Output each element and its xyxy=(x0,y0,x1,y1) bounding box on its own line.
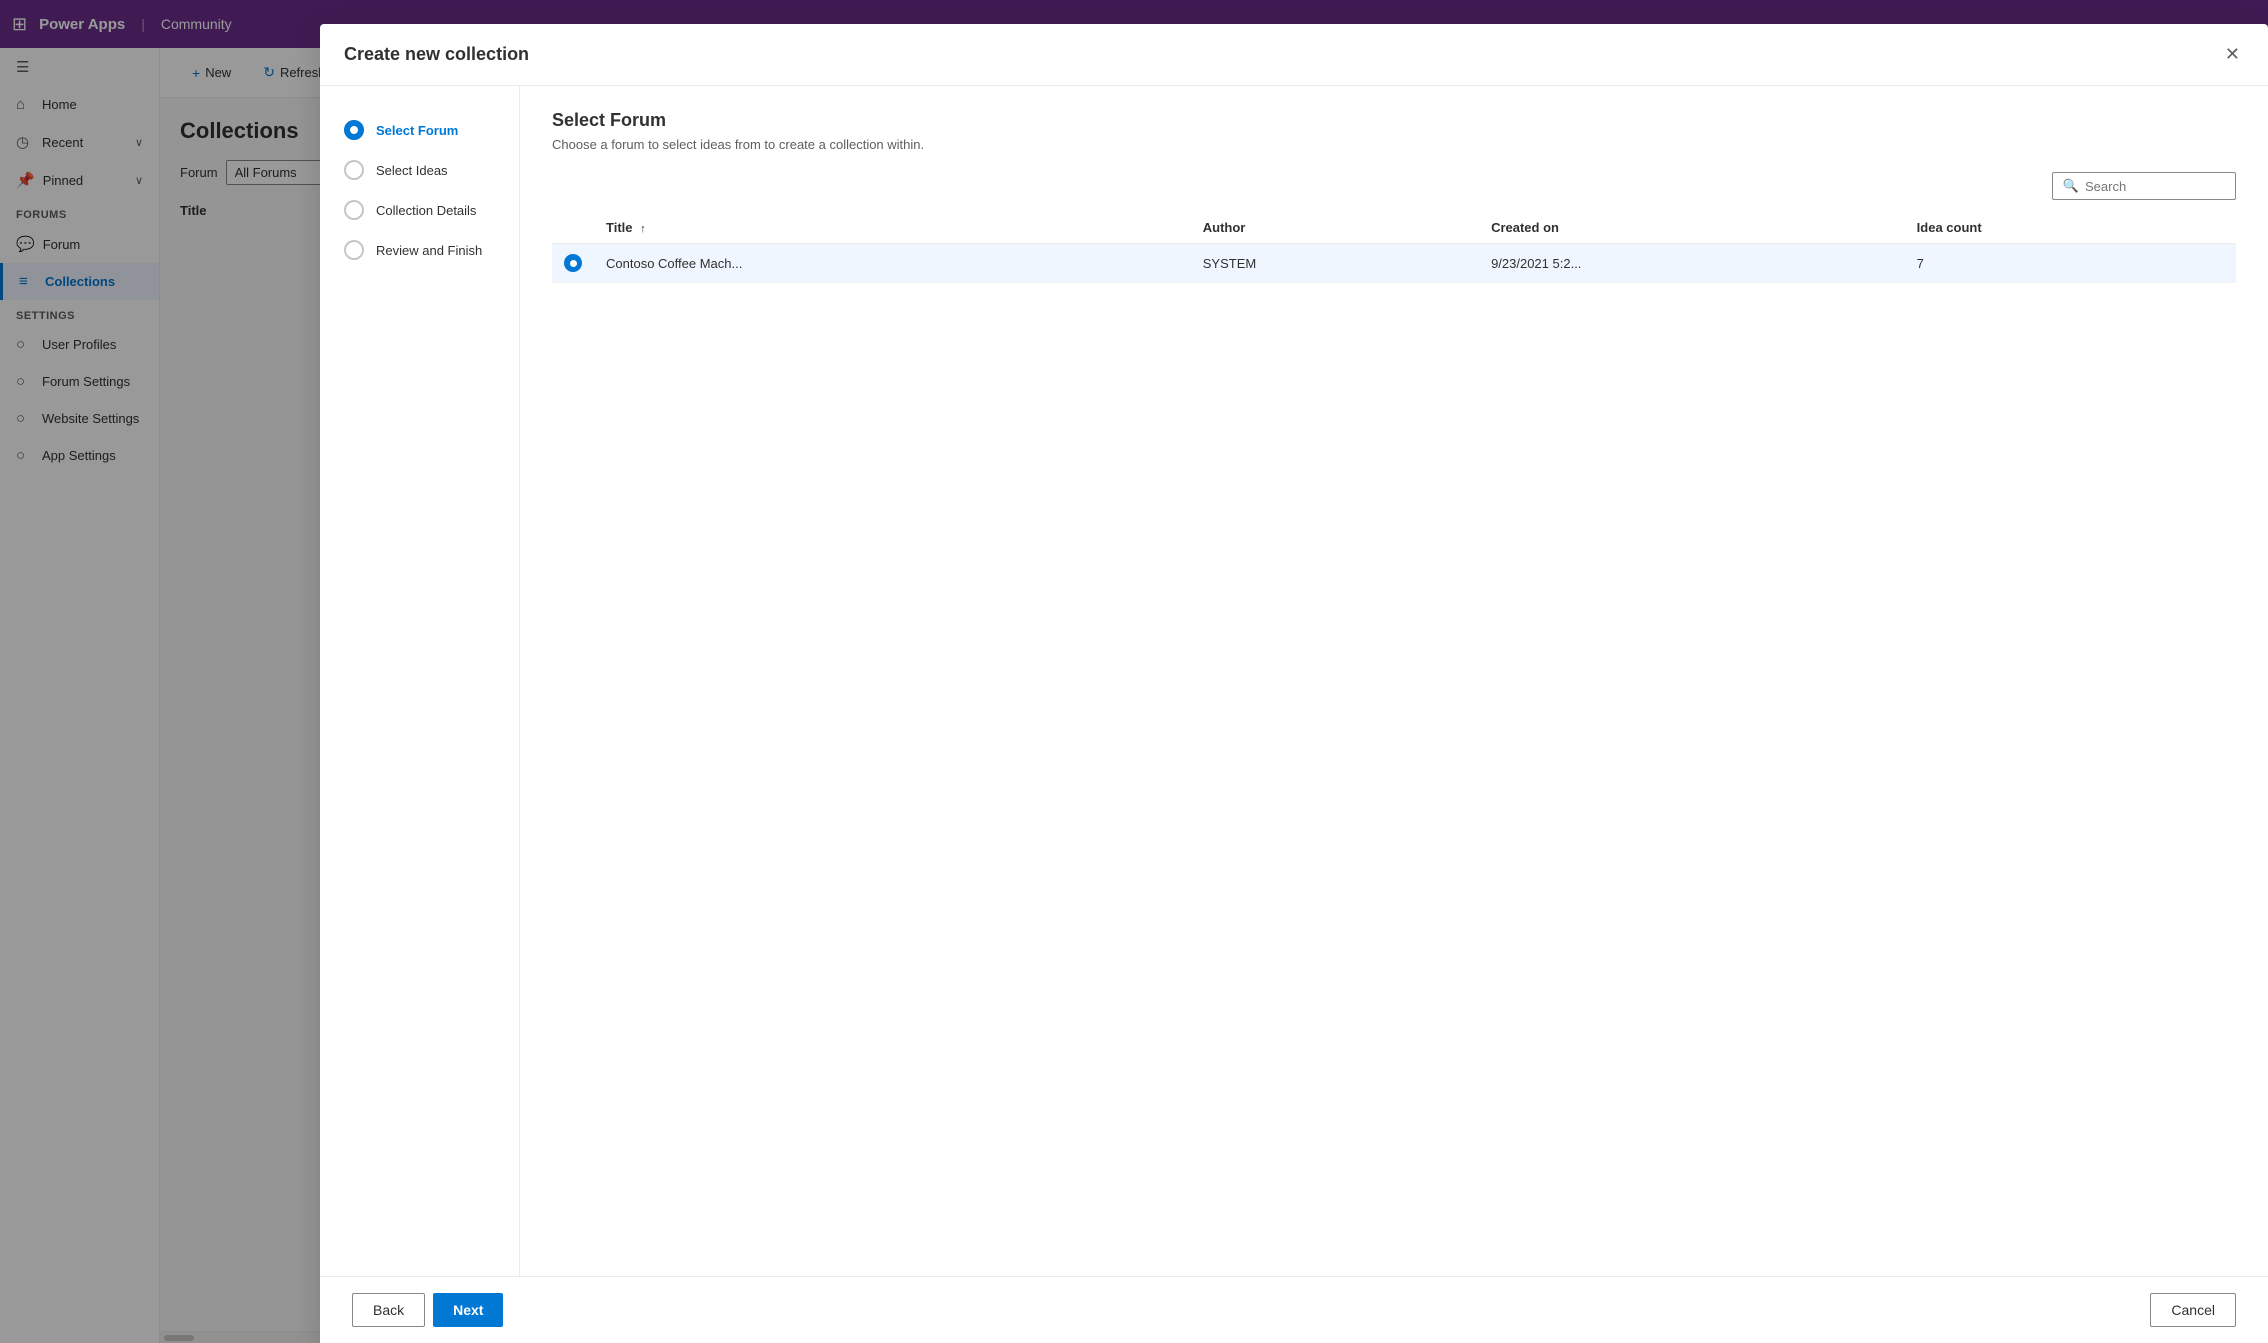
step-label-3: Collection Details xyxy=(376,203,476,218)
cancel-button[interactable]: Cancel xyxy=(2150,1293,2236,1327)
modal-title: Create new collection xyxy=(344,44,529,65)
col-header-title[interactable]: Title ↑ xyxy=(594,212,1191,244)
row-created-on-cell: 9/23/2021 5:2... xyxy=(1479,244,1905,283)
row-select-cell xyxy=(552,244,594,283)
create-collection-modal: Create new collection ✕ Select Forum Sel… xyxy=(320,24,2268,1343)
modal-footer: Back Next Cancel xyxy=(320,1276,2268,1343)
row-idea-count-cell: 7 xyxy=(1905,244,2236,283)
row-title-cell: Contoso Coffee Mach... xyxy=(594,244,1191,283)
step-circle-3 xyxy=(344,200,364,220)
step-label-4: Review and Finish xyxy=(376,243,482,258)
step-collection-details[interactable]: Collection Details xyxy=(336,190,503,230)
modal-close-button[interactable]: ✕ xyxy=(2221,40,2244,69)
modal-footer-left: Back Next xyxy=(352,1293,503,1327)
col-header-author[interactable]: Author xyxy=(1191,212,1479,244)
row-radio-dot xyxy=(564,254,582,272)
forum-table: Title ↑ Author Created on Idea count xyxy=(552,212,2236,283)
col-header-created-on[interactable]: Created on xyxy=(1479,212,1905,244)
search-input[interactable] xyxy=(2085,179,2225,194)
col-header-select xyxy=(552,212,594,244)
modal-step-content: Select Forum Choose a forum to select id… xyxy=(520,86,2268,1276)
step-circle-2 xyxy=(344,160,364,180)
step-select-ideas[interactable]: Select Ideas xyxy=(336,150,503,190)
sort-arrow-title: ↑ xyxy=(640,223,646,235)
search-box[interactable]: 🔍 xyxy=(2052,172,2236,200)
modal-header: Create new collection ✕ xyxy=(320,24,2268,86)
step-label-1: Select Forum xyxy=(376,123,458,138)
modal-body: Select Forum Select Ideas Collection Det… xyxy=(320,86,2268,1276)
row-radio xyxy=(564,254,582,272)
step-circle-1 xyxy=(344,120,364,140)
next-button[interactable]: Next xyxy=(433,1293,503,1327)
step-review-finish[interactable]: Review and Finish xyxy=(336,230,503,270)
row-author-cell: SYSTEM xyxy=(1191,244,1479,283)
step-select-forum[interactable]: Select Forum xyxy=(336,110,503,150)
content-title: Select Forum xyxy=(552,110,2236,131)
back-button[interactable]: Back xyxy=(352,1293,425,1327)
content-description: Choose a forum to select ideas from to c… xyxy=(552,137,2236,152)
search-icon: 🔍 xyxy=(2063,178,2079,194)
search-row: 🔍 xyxy=(552,172,2236,200)
step-label-2: Select Ideas xyxy=(376,163,448,178)
step-circle-4 xyxy=(344,240,364,260)
stepper: Select Forum Select Ideas Collection Det… xyxy=(320,86,520,1276)
table-row[interactable]: Contoso Coffee Mach... SYSTEM 9/23/2021 … xyxy=(552,244,2236,283)
table-header-row: Title ↑ Author Created on Idea count xyxy=(552,212,2236,244)
col-header-idea-count[interactable]: Idea count xyxy=(1905,212,2236,244)
